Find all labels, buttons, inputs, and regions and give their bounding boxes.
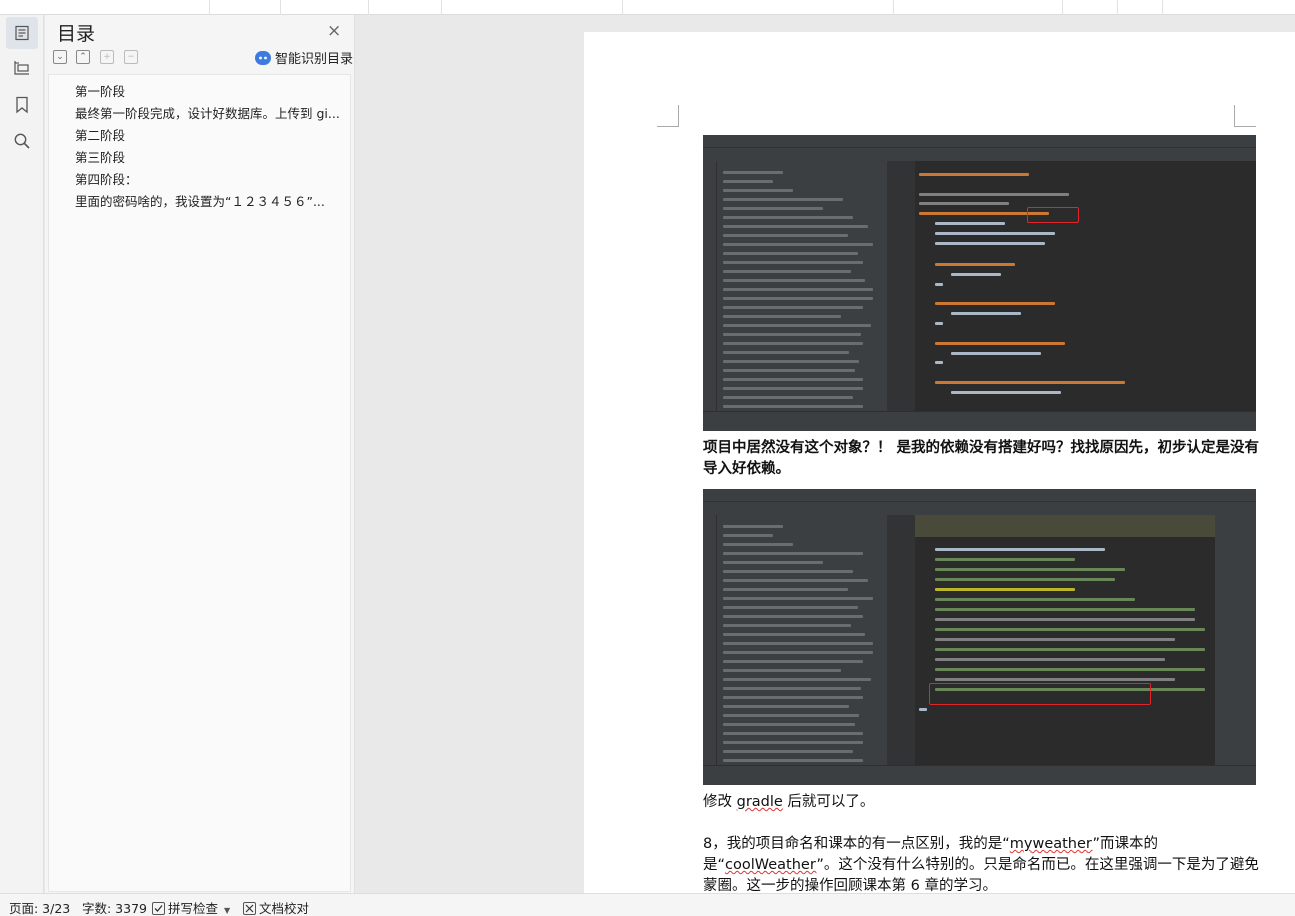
collapse-all-icon[interactable]: ⌄ bbox=[53, 50, 67, 64]
add-heading-icon[interactable]: + bbox=[100, 50, 114, 64]
outline-panel: 目录 × ⌄ ⌃ + − 智能识别目录 第一阶段 最终第一阶段完成，设计好数据库… bbox=[45, 15, 355, 893]
ide-menu-bar bbox=[703, 489, 1256, 501]
outline-item[interactable]: 第二阶段 bbox=[75, 127, 340, 145]
ruler-tick bbox=[1162, 0, 1163, 15]
ruler-tick bbox=[893, 0, 894, 15]
status-bar: 页面: 3/23 字数: 3379 拼写检查 ▼ 文档校对 bbox=[0, 893, 1295, 916]
ide-toolbar bbox=[703, 501, 1256, 515]
bookmark-icon[interactable] bbox=[6, 89, 38, 121]
outline-item[interactable]: 第四阶段： bbox=[75, 171, 340, 189]
checkbox-check-icon bbox=[152, 902, 165, 915]
remove-heading-icon[interactable]: − bbox=[124, 50, 138, 64]
word-count[interactable]: 字数: 3379 bbox=[82, 898, 147, 916]
ruler-tick bbox=[1117, 0, 1118, 15]
doc-review-label: 文档校对 bbox=[259, 901, 309, 916]
ide-project-tree bbox=[717, 161, 887, 411]
ruler-tick bbox=[441, 0, 442, 15]
doc-review-button[interactable]: 文档校对 bbox=[243, 898, 309, 916]
ruler-tick bbox=[368, 0, 369, 15]
ide-status-bar bbox=[703, 411, 1256, 431]
text-run: 修改 bbox=[703, 794, 737, 810]
ruler-tick bbox=[1062, 0, 1063, 15]
bold-paragraph: 项目中居然没有这个对象？！ 是我的依赖没有搭建好吗？找找原因先，初步认定是没有导… bbox=[703, 438, 1263, 480]
spellcheck-button[interactable]: 拼写检查 ▼ bbox=[152, 898, 230, 916]
margin-corner-mark bbox=[657, 105, 679, 127]
highlight-box bbox=[929, 683, 1151, 705]
text-run: 8，我的项目命名和课本的有一点区别，我的是“ bbox=[703, 836, 1010, 852]
expand-all-icon[interactable]: ⌃ bbox=[76, 50, 90, 64]
navigation-pane-icon[interactable] bbox=[6, 52, 38, 84]
highlight-box bbox=[1027, 207, 1079, 223]
top-ruler bbox=[0, 0, 1295, 15]
search-icon[interactable] bbox=[6, 125, 38, 157]
ide-menu-bar bbox=[703, 135, 1256, 147]
smart-toc-icon bbox=[255, 51, 271, 65]
ide-gradle-panel bbox=[1215, 515, 1256, 765]
page-indicator[interactable]: 页面: 3/23 bbox=[9, 898, 70, 916]
outline-icon[interactable] bbox=[6, 17, 38, 49]
ide-project-tree bbox=[717, 515, 887, 765]
spell-flagged-word: coolWeather bbox=[725, 857, 816, 873]
text-run: 后就可以了。 bbox=[783, 794, 875, 810]
outline-item[interactable]: 第一阶段 bbox=[75, 83, 340, 101]
outline-item[interactable]: 最终第一阶段完成，设计好数据库。上传到 gi... bbox=[75, 105, 340, 123]
ruler-tick bbox=[209, 0, 210, 15]
embedded-ide-screenshot bbox=[703, 489, 1256, 785]
embedded-ide-screenshot bbox=[703, 135, 1256, 431]
ide-status-bar bbox=[703, 765, 1256, 785]
outline-item[interactable]: 第三阶段 bbox=[75, 149, 340, 167]
ide-toolbar bbox=[703, 147, 1256, 161]
document-page[interactable]: 项目中居然没有这个对象？！ 是我的依赖没有搭建好吗？找找原因先，初步认定是没有导… bbox=[584, 32, 1295, 893]
ide-code-editor bbox=[915, 515, 1215, 765]
spell-flagged-word: gradle bbox=[737, 794, 783, 810]
gradle-paragraph: 修改 gradle 后就可以了。 bbox=[703, 792, 1263, 813]
ruler-tick bbox=[622, 0, 623, 15]
side-rail bbox=[0, 15, 44, 893]
close-icon[interactable]: × bbox=[327, 21, 341, 41]
smart-toc-button[interactable]: 智能识别目录 bbox=[255, 48, 353, 67]
chevron-down-icon[interactable]: ▼ bbox=[224, 906, 230, 915]
ide-code-editor bbox=[915, 161, 1256, 411]
spell-flagged-word: myweather bbox=[1010, 836, 1093, 852]
document-canvas[interactable]: 项目中居然没有这个对象？！ 是我的依赖没有搭建好吗？找找原因先，初步认定是没有导… bbox=[356, 15, 1295, 893]
ide-line-gutter bbox=[887, 161, 915, 411]
spellcheck-label: 拼写检查 bbox=[168, 901, 218, 916]
ide-left-strip bbox=[703, 161, 717, 411]
smart-toc-label: 智能识别目录 bbox=[275, 48, 353, 67]
outline-item[interactable]: 里面的密码啥的，我设置为“１２３４５６”... bbox=[75, 193, 340, 211]
paragraph-8: 8，我的项目命名和课本的有一点区别，我的是“myweather”而课本的是“co… bbox=[703, 834, 1263, 897]
ruler-tick bbox=[280, 0, 281, 15]
margin-corner-mark bbox=[1234, 105, 1256, 127]
ide-line-gutter bbox=[887, 515, 915, 765]
outline-list: 第一阶段 最终第一阶段完成，设计好数据库。上传到 gi... 第二阶段 第三阶段… bbox=[48, 74, 351, 892]
outline-title: 目录 bbox=[57, 19, 95, 46]
doc-review-icon bbox=[243, 902, 256, 915]
ide-left-strip bbox=[703, 515, 717, 765]
